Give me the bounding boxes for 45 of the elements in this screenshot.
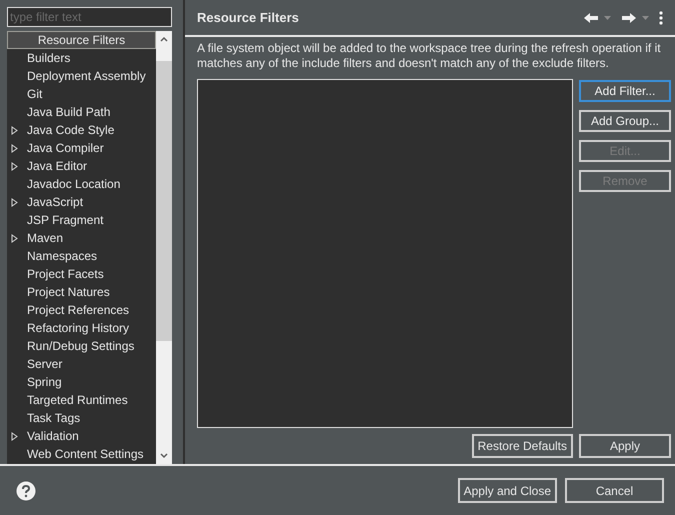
page-button[interactable]: Restore Defaults [472,434,573,458]
expand-arrow-icon[interactable] [11,162,18,171]
help-icon[interactable] [16,480,36,500]
tree-item[interactable]: Targeted Runtimes [7,391,156,409]
tree-item[interactable]: Java Build Path [7,103,156,121]
tree-item[interactable]: Builders [7,49,156,67]
tree-item[interactable]: Project References [7,301,156,319]
forward-arrow-icon[interactable] [621,12,637,24]
tree-item[interactable]: Deployment Assembly [7,67,156,85]
tree-item[interactable]: JSP Fragment [7,211,156,229]
dialog-button[interactable]: Cancel [565,478,664,503]
side-button[interactable]: Add Group... [579,110,671,132]
expand-arrow-icon[interactable] [11,234,18,243]
tree-item[interactable]: Web Content Settings [7,445,156,463]
tree-item[interactable]: Namespaces [7,247,156,265]
expand-arrow-icon[interactable] [11,432,18,441]
filter-field[interactable]: type filter text [7,7,172,27]
description-text: A file system object will be added to the workspace tree during the refresh operation if it matches any of the include filters and doesn't match any of the exclude filters. [197,41,662,71]
tree-item[interactable]: Project Facets [7,265,156,283]
scroll-thumb[interactable] [156,61,172,341]
tree-item[interactable]: Run/Debug Settings [7,337,156,355]
tree-item[interactable]: Maven [7,229,156,247]
tree-item[interactable]: Validation [7,427,156,445]
side-button[interactable]: Add Filter... [579,80,671,102]
tree-item[interactable]: Server [7,355,156,373]
page-title: Resource Filters [197,8,300,27]
tree-item[interactable]: Java Compiler [7,139,156,157]
tree-item[interactable]: Refactoring History [7,319,156,337]
more-icon[interactable] [659,10,663,24]
tree-item[interactable]: Spring [7,373,156,391]
tree-item[interactable]: Java Code Style [7,121,156,139]
tree-item[interactable]: JavaScript [7,193,156,211]
back-arrow-icon[interactable] [583,12,599,24]
tree-item[interactable]: Git [7,85,156,103]
tree-item[interactable]: Project Natures [7,283,156,301]
expand-arrow-icon[interactable] [11,198,18,207]
tree-item[interactable]: Javadoc Location [7,175,156,193]
tree-item[interactable]: Task Tags [7,409,156,427]
dialog-button[interactable]: Apply and Close [458,478,557,503]
scrollbar[interactable] [156,31,172,464]
expand-arrow-icon[interactable] [11,144,18,153]
tree-item[interactable]: Resource Filters [7,31,156,49]
expand-arrow-icon[interactable] [11,126,18,135]
tree-item[interactable]: Java Editor [7,157,156,175]
page-button[interactable]: Apply [579,434,671,458]
